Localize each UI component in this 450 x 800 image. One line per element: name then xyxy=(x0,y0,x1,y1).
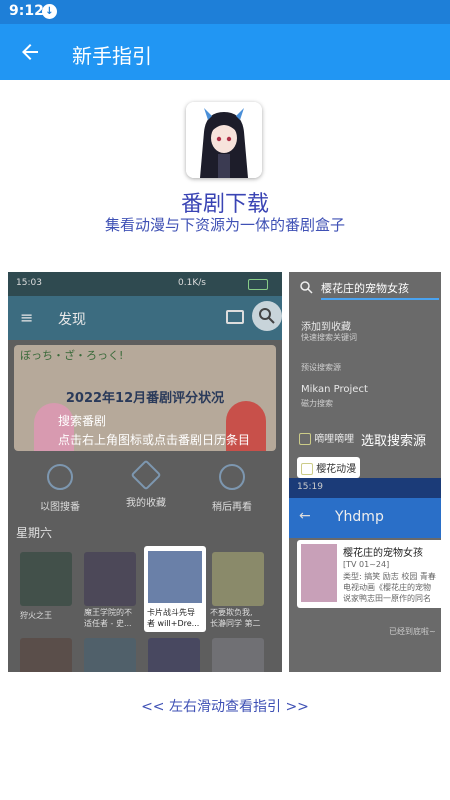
inner-status-time: 15:03 xyxy=(16,278,42,288)
add-favorite-title: 添加到收藏 xyxy=(301,322,351,333)
star-icon xyxy=(130,459,162,491)
quick-action-watch-later: 稍后再看 xyxy=(192,464,272,513)
cast-icon xyxy=(226,310,244,324)
anime-caption: 适任者 - 史... xyxy=(84,619,132,628)
end-of-list-text: 已经到底啦~ xyxy=(389,627,436,636)
source-dilili: 嘀哩嘀哩 xyxy=(299,430,354,445)
anime-caption: 狩火之王 xyxy=(20,611,52,620)
result-type: 类型: 搞笑 励志 校园 青春 xyxy=(343,572,436,581)
guide-text-desc: 点击右上角图标或点击番剧日历条目 xyxy=(58,433,251,447)
inner-status-time: 15:19 xyxy=(297,482,323,492)
inner-search-bar: 樱花庄的宠物女孩 xyxy=(289,272,441,302)
result-episodes: [TV 01~24] xyxy=(343,560,390,569)
quick-action-favorites: 我的收藏 xyxy=(106,459,186,509)
anime-thumbnail xyxy=(20,638,72,672)
result-title: 樱花庄的宠物女孩 xyxy=(343,548,423,559)
search-icon xyxy=(300,281,313,294)
source-mikan-title: Mikan Project xyxy=(301,384,368,395)
app-description: 集看动漫与下资源为一体的番剧盒子 xyxy=(104,216,345,234)
inner-status-speed: 0.1K/s xyxy=(178,278,206,288)
source-icon xyxy=(299,433,311,445)
anime-caption: 卡片战斗先导 xyxy=(147,608,195,617)
inner-status-bar: 15:03 0.1K/s xyxy=(8,272,282,296)
result-desc: 电视动画《樱花庄的宠物 xyxy=(343,583,431,592)
source-mikan-sub: 磁力搜索 xyxy=(301,399,333,408)
anime-thumbnail xyxy=(212,552,264,606)
menu-icon: ≡ xyxy=(20,308,34,327)
add-favorite-sub: 快速搜索关键词 xyxy=(301,333,357,342)
anime-thumbnail xyxy=(148,551,202,603)
battery-icon xyxy=(248,279,268,290)
highlighted-card: 卡片战斗先导 者 will+Dre... xyxy=(144,546,206,632)
section-title: 星期六 xyxy=(16,526,53,540)
source-dilili-label: 嘀哩嘀哩 xyxy=(314,434,355,445)
banner-logo-text: ぼっち・ざ・ろっく! xyxy=(20,349,124,362)
inner-app-bar: ← Yhdmp xyxy=(289,498,441,538)
source-yinghua-label: 樱花动漫 xyxy=(316,464,357,475)
source-icon xyxy=(301,463,313,475)
inner-title: Yhdmp xyxy=(335,509,384,525)
search-result-card: 樱花庄的宠物女孩 [TV 01~24] 类型: 搞笑 励志 校园 青春 电视动画… xyxy=(297,540,441,608)
status-bar: 9:12 ↓ xyxy=(0,0,450,24)
search-icon xyxy=(252,301,282,331)
quick-action-image-search: 以图搜番 xyxy=(20,464,100,513)
anime-caption: 者 will+Dre... xyxy=(147,619,200,628)
search-underline xyxy=(321,298,439,300)
download-icon: ↓ xyxy=(42,4,57,19)
result-desc: 说家鸭志田一原作的同名 xyxy=(343,594,431,603)
anime-thumbnail xyxy=(20,552,72,606)
anime-caption: 魔王学院的不 xyxy=(84,608,132,617)
quick-action-label: 以图搜番 xyxy=(40,502,80,513)
anime-thumbnail xyxy=(301,544,337,602)
guide-text-title: 搜索番剧 xyxy=(58,414,107,428)
anime-caption: 长瀞同学 第二 xyxy=(210,619,261,628)
quick-action-label: 稍后再看 xyxy=(212,502,252,513)
guide-screenshot-discover: 15:03 0.1K/s ≡ 发现 ぼっち・ざ・ろっく! 2022年12月番剧评… xyxy=(8,272,282,672)
image-search-icon xyxy=(47,464,73,490)
anime-caption: 不要欺负我, xyxy=(210,608,253,617)
guide-screenshot-search: 樱花庄的宠物女孩 添加到收藏 快速搜索关键词 预设搜索源 Mikan Proje… xyxy=(289,272,441,672)
app-bar: 新手指引 xyxy=(0,24,450,80)
anime-thumbnail xyxy=(84,552,136,606)
page-title: 新手指引 xyxy=(72,44,152,68)
inner-app-bar: ≡ 发现 xyxy=(8,296,282,340)
inner-title: 发现 xyxy=(58,312,86,328)
inner-status-bar: 15:19 xyxy=(289,478,441,498)
anime-thumbnail xyxy=(212,638,264,672)
anime-thumbnail xyxy=(148,638,200,672)
source-yinghua: 樱花动漫 xyxy=(297,457,361,478)
history-icon xyxy=(219,464,245,490)
arrow-back-icon: ← xyxy=(299,508,311,524)
app-logo xyxy=(186,102,262,178)
inner-search-value: 樱花庄的宠物女孩 xyxy=(321,282,409,295)
anime-thumbnail xyxy=(84,638,136,672)
arrow-back-icon[interactable] xyxy=(14,36,46,68)
preset-sources-label: 预设搜索源 xyxy=(301,363,341,372)
status-time: 9:12 xyxy=(9,3,44,19)
quick-action-label: 我的收藏 xyxy=(126,498,166,509)
swipe-hint: << 左右滑动查看指引 >> xyxy=(141,699,309,715)
guide-select-source-text: 选取搜索源 xyxy=(361,434,427,449)
